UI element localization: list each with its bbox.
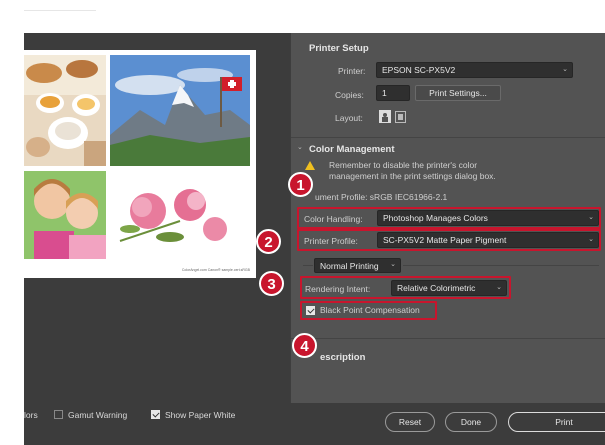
description-title: escription — [320, 352, 366, 363]
section-divider — [291, 338, 605, 339]
warning-text-line1: Remember to disable the printer's color — [329, 160, 478, 170]
show-paper-white-checkbox[interactable] — [151, 410, 160, 419]
callout-3: 3 — [259, 271, 284, 296]
reset-button[interactable]: Reset — [385, 412, 435, 432]
chevron-down-icon: ⌄ — [562, 66, 568, 73]
printer-select[interactable]: EPSON SC-PX5V2 ⌄ — [376, 62, 573, 78]
chevron-down-icon: ⌄ — [390, 261, 396, 268]
show-paper-white-label: Show Paper White — [165, 410, 236, 420]
group-line — [303, 265, 313, 266]
warning-text-line2: management in the print settings dialog … — [329, 171, 496, 181]
preview-pane: ColorAngel.com Canon® sample.cert.sRGB — [24, 33, 290, 403]
copies-input[interactable]: 1 — [376, 85, 410, 101]
highlight-printer-profile — [297, 229, 601, 251]
gamut-warning-checkbox[interactable] — [54, 410, 63, 419]
color-management-collapse-icon[interactable]: ⌄ — [297, 143, 303, 151]
group-line — [403, 265, 599, 266]
section-divider — [291, 137, 605, 138]
printer-value: EPSON SC-PX5V2 — [382, 65, 456, 75]
normal-printing-value: Normal Printing — [320, 261, 379, 271]
copies-label: Copies: — [335, 90, 364, 100]
callout-1: 1 — [288, 172, 313, 197]
printer-setup-title: Printer Setup — [309, 43, 369, 54]
preview-caption: ColorAngel.com Canon® sample.cert.sRGB — [181, 268, 250, 272]
color-management-title: Color Management — [309, 144, 395, 155]
warning-icon — [305, 161, 315, 170]
settings-pane: Printer Setup Printer: EPSON SC-PX5V2 ⌄ … — [290, 33, 605, 403]
normal-printing-select[interactable]: Normal Printing ⌄ — [314, 258, 401, 273]
print-settings-dialog: ColorAngel.com Canon® sample.cert.sRGB P… — [24, 33, 605, 445]
copies-value: 1 — [382, 88, 387, 98]
highlight-black-point — [300, 301, 437, 320]
gamut-warning-label: Gamut Warning — [68, 410, 128, 420]
print-settings-button[interactable]: Print Settings... — [415, 85, 501, 101]
photo-mountain — [110, 55, 250, 166]
landscape-layout-icon[interactable] — [395, 111, 406, 123]
callout-4: 4 — [292, 333, 317, 358]
print-button[interactable]: Print — [508, 412, 605, 432]
callout-2: 2 — [256, 229, 281, 254]
preview-paper: ColorAngel.com Canon® sample.cert.sRGB — [24, 50, 256, 278]
done-button[interactable]: Done — [445, 412, 497, 432]
photo-children — [24, 171, 106, 259]
bottom-bar: lors Gamut Warning Show Paper White Rese… — [24, 403, 605, 445]
colors-partial-label: lors — [24, 410, 38, 420]
highlight-rendering-intent — [300, 276, 511, 299]
printer-label: Printer: — [338, 66, 366, 76]
top-rule — [24, 10, 96, 11]
highlight-color-handling — [297, 207, 601, 229]
portrait-layout-icon[interactable] — [379, 110, 391, 123]
photo-flowers — [110, 171, 250, 259]
photo-breakfast — [24, 55, 106, 166]
document-profile: ument Profile: sRGB IEC61966-2.1 — [315, 192, 448, 202]
layout-label: Layout: — [335, 113, 363, 123]
